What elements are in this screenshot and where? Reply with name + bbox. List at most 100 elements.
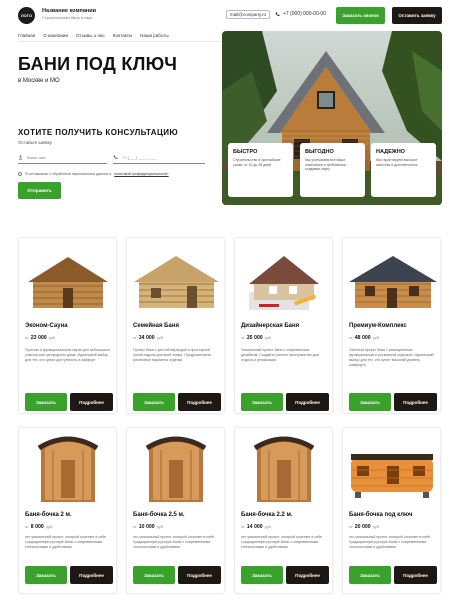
product-description: Проект бани с уютной верандой и просторн…	[133, 348, 212, 363]
price-prefix: от	[25, 525, 29, 529]
price-prefix: от	[349, 525, 353, 529]
price-prefix: от	[25, 336, 29, 340]
product-price: от 34 000 руб.	[133, 335, 164, 341]
product-price: от 35 000 руб.	[241, 335, 272, 341]
nav-item-about[interactable]: О компании	[43, 33, 68, 38]
nav-item-contacts[interactable]: Контакты	[113, 33, 132, 38]
product-price: от 10 000 руб.	[133, 524, 164, 530]
product-price: от 48 000 руб.	[349, 335, 380, 341]
feature-title: НАДЕЖНО	[376, 149, 405, 155]
product-card[interactable]: Баня-бочка 2.2 м. от 14 000 руб. это уникаль…	[234, 427, 333, 594]
house-blueprint-icon	[239, 242, 330, 319]
product-card[interactable]: Семейная Баня от 34 000 руб. Проект бани с у…	[126, 237, 225, 414]
price-currency: руб.	[372, 336, 380, 340]
price-value: 34 000	[138, 335, 155, 341]
phone-icon	[275, 12, 280, 16]
feature-card-profitable: ВЫГОДНО Мы учитываем все ваши пожелания …	[300, 143, 365, 197]
price-prefix: от	[241, 336, 245, 340]
logo[interactable]: ЛОГО	[18, 7, 35, 24]
call-request-button[interactable]: Заказать звонок	[336, 7, 385, 24]
order-button[interactable]: Заказать	[241, 393, 283, 411]
product-description: это уникальный проект, который сочетает …	[25, 535, 107, 550]
phone-field[interactable]: +7 (___) ___-__-__	[113, 151, 205, 164]
details-button[interactable]: Подробнее	[70, 566, 113, 584]
price-currency: руб.	[45, 525, 54, 529]
price-currency: руб.	[372, 525, 380, 529]
nav-item-reviews[interactable]: Отзывы о нас	[76, 33, 105, 38]
nav-item-works[interactable]: Наши работы	[140, 33, 168, 38]
price-currency: руб.	[48, 336, 56, 340]
barrel-sauna-icon	[131, 432, 222, 509]
order-button[interactable]: Заказать	[349, 393, 391, 411]
small-log-sauna-icon	[23, 242, 114, 319]
product-description: Уникальный проект бани с современным диз…	[241, 348, 319, 363]
product-card[interactable]: Дизайнерская Баня от 35 000 руб. Уникальный …	[234, 237, 333, 414]
price-currency: руб.	[156, 525, 164, 529]
name-placeholder: Ваше имя	[27, 154, 46, 160]
feature-desc: Мы учитываем все ваши пожелания и требов…	[305, 158, 347, 172]
feature-desc: Мы гарантируем высокое качество и долгов…	[376, 158, 418, 167]
site-header: ЛОГО Название компании Строительство бан…	[0, 0, 460, 32]
feature-title: БЫСТРО	[233, 149, 258, 155]
price-prefix: от	[349, 336, 353, 340]
product-title: Баня-бочка 2.2 м.	[241, 512, 293, 518]
price-prefix: от	[133, 336, 137, 340]
price-currency: руб.	[156, 336, 164, 340]
details-button[interactable]: Подробнее	[394, 566, 437, 584]
price-value: 48 000	[354, 335, 371, 341]
product-description: это уникальный проект, который сочетает …	[349, 535, 431, 550]
feature-card-reliable: НАДЕЖНО Мы гарантируем высокое качество …	[371, 143, 436, 197]
product-title: Дизайнерская Баня	[241, 323, 300, 329]
phone-placeholder: +7 (___) ___-__-__	[122, 154, 157, 160]
product-description: это уникальный проект, который сочетает …	[241, 535, 323, 550]
order-button[interactable]: Заказать	[241, 566, 283, 584]
details-button[interactable]: Подробнее	[178, 393, 221, 411]
company-subtitle: Строительство бань и саун	[42, 15, 93, 20]
company-name: Название компании	[42, 8, 96, 14]
product-title: Баня-бочка под ключ	[349, 512, 413, 518]
company-block: Название компании Строительство бань и с…	[42, 8, 96, 20]
details-button[interactable]: Подробнее	[178, 566, 221, 584]
product-title: Баня-бочка 2 м.	[25, 512, 72, 518]
price-value: 20 000	[354, 524, 371, 530]
long-barrel-sauna-icon	[347, 432, 438, 509]
order-button[interactable]: Заказать	[133, 393, 175, 411]
product-card[interactable]: Баня-бочка под ключ от 20 000 руб. это уника…	[342, 427, 441, 594]
price-value: 35 000	[246, 335, 263, 341]
product-description: это уникальный проект, который сочетает …	[133, 535, 215, 550]
details-button[interactable]: Подробнее	[286, 566, 329, 584]
phone-link[interactable]: +7 (000) 000-00-00	[275, 11, 326, 17]
barrel-sauna-icon	[23, 432, 114, 509]
feature-title: ВЫГОДНО	[305, 149, 334, 155]
details-button[interactable]: Подробнее	[394, 393, 437, 411]
consent-checkbox[interactable]	[18, 172, 22, 176]
order-button[interactable]: Заказать	[133, 566, 175, 584]
product-card[interactable]: Баня-бочка 2.5 м. от 10 000 руб. это уникаль…	[126, 427, 225, 594]
order-button[interactable]: Заказать	[25, 566, 67, 584]
product-title: Эконом-Сауна	[25, 323, 68, 329]
email-link[interactable]: mail@company.ru	[226, 10, 270, 19]
product-price: от 20 000 руб.	[349, 524, 380, 530]
product-card[interactable]: Баня-бочка 2 м. от 8 000 руб. это уникальный…	[18, 427, 117, 594]
main-nav: Главная О компании Отзывы о нас Контакты…	[18, 33, 169, 38]
details-button[interactable]: Подробнее	[286, 393, 329, 411]
consult-title: ХОТИТЕ ПОЛУЧИТЬ КОНСУЛЬТАЦИЮ	[18, 128, 179, 137]
large-log-house-icon	[347, 242, 438, 319]
order-button[interactable]: Заказать	[25, 393, 67, 411]
product-title: Семейная Баня	[133, 323, 179, 329]
product-card[interactable]: Премиум-Комплекс от 48 000 руб. Элитный прое…	[342, 237, 441, 414]
product-description: Простая и функциональная сауна для небол…	[25, 348, 110, 363]
order-button[interactable]: Заказать	[349, 566, 391, 584]
send-button[interactable]: Отправить	[18, 182, 61, 199]
consult-subtitle: Оставьте заявку	[18, 140, 53, 145]
nav-item-home[interactable]: Главная	[18, 33, 35, 38]
privacy-policy-link[interactable]: политикой конфиденциальности*	[114, 172, 168, 176]
consent-row: Я соглашаюсь с обработкой персональных д…	[18, 172, 169, 176]
log-bath-house-icon	[131, 242, 222, 319]
price-currency: руб.	[264, 336, 272, 340]
product-card[interactable]: Эконом-Сауна от 23 000 руб. Простая и функци…	[18, 237, 117, 414]
name-field[interactable]: Ваше имя	[18, 151, 107, 164]
hero-subtitle: в Москве и МО	[18, 78, 60, 84]
leave-request-button[interactable]: Оставить заявку	[392, 7, 442, 24]
details-button[interactable]: Подробнее	[70, 393, 113, 411]
